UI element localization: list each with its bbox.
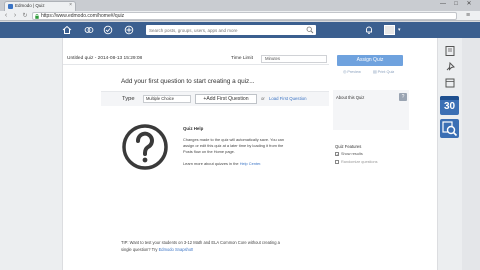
- close-window-button[interactable]: ✕: [464, 1, 474, 8]
- forward-arrow-icon[interactable]: ›: [11, 12, 19, 20]
- browser-menu-icon[interactable]: ≡: [463, 12, 473, 20]
- question-mark-icon: [122, 124, 168, 170]
- help-text-line: assign or edit this quiz at a later time…: [183, 143, 284, 148]
- magnifier-icon: [442, 121, 458, 137]
- browser-tab[interactable]: Edmodo | Quiz ×: [4, 1, 76, 11]
- time-limit-field[interactable]: Minutes: [261, 55, 327, 63]
- search-icon[interactable]: [306, 26, 314, 34]
- quiz-title-input[interactable]: [67, 55, 227, 63]
- assign-quiz-button[interactable]: Assign Quiz: [337, 55, 403, 66]
- calendar-icon[interactable]: [443, 76, 457, 90]
- help-text-line: Posts flow on the Home page.: [183, 149, 235, 154]
- preview-link[interactable]: ◎ Preview: [343, 69, 361, 74]
- groups-icon[interactable]: [84, 25, 94, 35]
- library-icon[interactable]: [443, 44, 457, 58]
- page-area: Time Limit Minutes Add your first questi…: [0, 38, 480, 270]
- help-learn-more: Learn more about quizzes in the Help Cen…: [183, 161, 261, 166]
- tip-prefix: single question? Try: [121, 247, 158, 252]
- or-text: or: [261, 96, 265, 101]
- site-header: ▾: [0, 22, 480, 38]
- load-first-question-link[interactable]: Load First Question: [269, 96, 307, 101]
- add-first-question-button[interactable]: +Add First Question: [195, 94, 257, 104]
- quiz-search-badge[interactable]: [440, 119, 459, 138]
- print-quiz-link[interactable]: ▤ Print Quiz: [373, 69, 394, 74]
- home-icon[interactable]: [62, 25, 72, 35]
- apps-icon[interactable]: [124, 25, 134, 35]
- maximize-button[interactable]: □: [451, 1, 461, 8]
- quiz-help-section: Quiz Help Changes made to the quiz will …: [121, 120, 321, 180]
- randomize-option[interactable]: Randomize questions: [335, 160, 378, 164]
- help-text-line: Changes made to the quiz will automatica…: [183, 137, 284, 142]
- tab-title: Edmodo | Quiz: [15, 3, 45, 8]
- time-limit-label: Time Limit: [231, 56, 253, 61]
- reload-icon[interactable]: ↻: [21, 12, 29, 20]
- about-quiz-box[interactable]: About this Quiz ?: [333, 90, 409, 130]
- browser-tab-bar: Edmodo | Quiz × — □ ✕: [0, 0, 480, 11]
- search-box[interactable]: [146, 25, 316, 35]
- pin-icon[interactable]: [443, 60, 457, 74]
- back-arrow-icon[interactable]: ‹: [2, 12, 10, 20]
- type-label: Type: [122, 96, 135, 102]
- address-bar-row: ‹ › ↻ https://www.edmodo.com/home#/quiz …: [0, 11, 480, 21]
- help-center-link[interactable]: Help Center.: [240, 161, 262, 166]
- learn-more-text: Learn more about quizzes in the: [183, 161, 239, 166]
- randomize-checkbox[interactable]: [335, 160, 339, 164]
- backpack-icon[interactable]: [103, 25, 113, 35]
- calendar-badge-header: [440, 96, 459, 100]
- edmodo-snapshot-link[interactable]: Edmodo Snapshot!: [159, 247, 194, 252]
- chevron-down-icon[interactable]: ▾: [398, 27, 401, 33]
- url-text: https://www.edmodo.com/home#/quiz: [41, 13, 125, 19]
- quiz-editor: Time Limit Minutes Add your first questi…: [62, 38, 438, 270]
- quiz-title-row: Time Limit Minutes: [63, 53, 329, 65]
- about-quiz-label: About this Quiz: [336, 95, 365, 100]
- tip-text-line2: single question? Try Edmodo Snapshot!: [121, 247, 193, 252]
- edmodo-favicon-icon: [8, 4, 13, 9]
- question-type-row: Type Multiple Choice +Add First Question…: [101, 91, 329, 106]
- user-avatar[interactable]: [384, 25, 395, 35]
- minimize-button[interactable]: —: [438, 1, 448, 8]
- show-results-option[interactable]: ✓ Show results: [335, 152, 363, 157]
- tool-strip: 30: [438, 38, 462, 270]
- editor-heading: Add your first question to start creatin…: [121, 78, 255, 85]
- lock-icon: [35, 14, 39, 19]
- tip-text: TIP: Want to test your students on 3-12 …: [121, 240, 280, 245]
- right-margin: [462, 38, 480, 270]
- search-input[interactable]: [146, 25, 296, 35]
- tab-close-icon[interactable]: ×: [69, 2, 72, 8]
- question-type-select[interactable]: Multiple Choice: [143, 95, 191, 103]
- show-results-checkbox[interactable]: ✓: [335, 152, 339, 157]
- quiz-help-title: Quiz Help: [183, 126, 204, 131]
- quiz-sidebar: Assign Quiz ◎ Preview ▤ Print Quiz About…: [331, 50, 437, 270]
- quiz-features-label: Quiz Features: [335, 144, 362, 149]
- url-field[interactable]: https://www.edmodo.com/home#/quiz: [32, 12, 457, 20]
- notifications-bell-icon[interactable]: [364, 25, 374, 35]
- about-help-icon[interactable]: ?: [399, 93, 407, 101]
